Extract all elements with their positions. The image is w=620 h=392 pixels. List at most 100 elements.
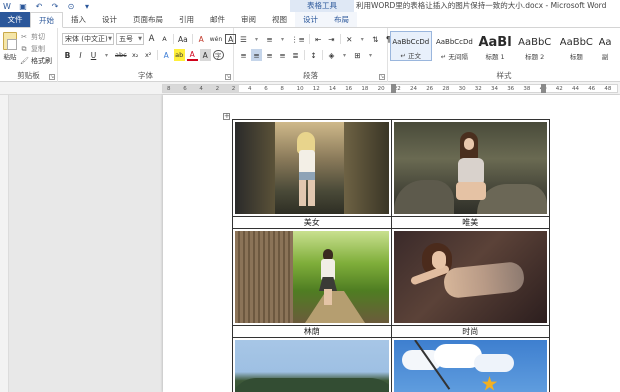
align-left-icon[interactable]: ≡ <box>238 49 249 61</box>
ruler-column-marker[interactable] <box>391 84 396 93</box>
line-spacing-icon[interactable]: ↕ <box>308 49 319 61</box>
paste-button[interactable]: 粘贴 <box>2 32 18 62</box>
chevron-down-icon: ▼ <box>138 36 142 42</box>
undo-icon[interactable]: ↶ <box>34 1 44 11</box>
tab-insert[interactable]: 插入 <box>63 12 94 27</box>
grow-font-button[interactable]: A <box>146 33 157 45</box>
change-case-button[interactable]: Aa <box>177 33 189 45</box>
style-heading-2[interactable]: AaBbC 标题 2 <box>515 31 555 62</box>
font-row-2: B I U ▾ abc x₂ x² A ab A A 字 <box>62 48 224 62</box>
document-area[interactable]: + 美女 唯美 林荫 时尚 <box>9 95 620 392</box>
ruler-column-marker[interactable] <box>541 84 546 93</box>
ruler-number: 32 <box>474 86 482 92</box>
photo-rocks-girl[interactable] <box>393 122 547 214</box>
highlight-button[interactable]: ab <box>173 49 185 61</box>
font-launcher-icon[interactable]: ↘ <box>225 74 231 80</box>
style-normal[interactable]: AaBbCcDd ↵ 正文 <box>390 31 432 61</box>
tab-references[interactable]: 引用 <box>171 12 202 27</box>
align-center-icon[interactable]: ≡ <box>251 49 262 61</box>
tab-table-layout[interactable]: 布局 <box>326 12 357 27</box>
tab-design[interactable]: 设计 <box>94 12 125 27</box>
chevron-down-icon[interactable]: ▾ <box>365 49 376 61</box>
style-heading-1[interactable]: AaBl 标题 1 <box>477 31 513 62</box>
horizontal-ruler[interactable]: 8642246810121416182022242628303234363840… <box>0 82 620 95</box>
bold-button[interactable]: B <box>62 49 73 61</box>
redo-icon[interactable]: ↷ <box>50 1 60 11</box>
figure-shape <box>299 176 315 206</box>
table-move-handle-icon[interactable]: + <box>223 113 230 120</box>
image-table[interactable]: 美女 唯美 林荫 时尚 <box>232 119 550 392</box>
table-cell[interactable] <box>390 337 550 392</box>
chevron-down-icon[interactable]: ▾ <box>251 33 262 45</box>
caption-cell[interactable]: 唯美 <box>390 216 550 229</box>
shrink-font-button[interactable]: A <box>159 33 170 45</box>
tab-review[interactable]: 审阅 <box>233 12 264 27</box>
superscript-button[interactable]: x² <box>143 49 154 61</box>
photo-street-girl[interactable] <box>235 122 389 214</box>
font-size-select[interactable]: 五号 ▼ <box>116 33 144 45</box>
vertical-ruler[interactable] <box>0 95 9 392</box>
caption-cell[interactable]: 美女 <box>232 216 392 229</box>
table-cell[interactable] <box>232 119 392 217</box>
clipboard-launcher-icon[interactable]: ↘ <box>49 74 55 80</box>
tab-table-design[interactable]: 设计 <box>295 12 326 27</box>
tab-mailings[interactable]: 邮件 <box>202 12 233 27</box>
distributed-icon[interactable]: ≣ <box>290 49 301 61</box>
customize-toolbar-icon[interactable]: ▾ <box>82 1 92 11</box>
table-cell[interactable] <box>232 228 392 326</box>
justify-icon[interactable]: ≡ <box>277 49 288 61</box>
shading-icon[interactable]: ◈ <box>326 49 337 61</box>
style-no-spacing[interactable]: AaBbCcDd ↵ 无间隔 <box>434 31 476 61</box>
photo-clouds-sky[interactable] <box>393 340 547 392</box>
bullets-icon[interactable]: ☰ <box>238 33 249 45</box>
chevron-down-icon[interactable]: ▾ <box>339 49 350 61</box>
caption-cell[interactable]: 时尚 <box>390 325 550 338</box>
subscript-button[interactable]: x₂ <box>130 49 141 61</box>
char-shading-button[interactable]: A <box>199 49 211 61</box>
save-icon[interactable]: ▣ <box>18 1 28 11</box>
underline-button[interactable]: U <box>88 49 99 61</box>
paragraph-row-1: ☰ ▾ ≡ ▾ ⋮≡ ⇤ ⇥ ✕ ▾ ⇅ ¶ <box>238 32 394 46</box>
tab-home[interactable]: 开始 <box>30 12 63 28</box>
copy-button[interactable]: ⧉ 复制 <box>20 43 52 55</box>
chevron-down-icon[interactable]: ▾ <box>357 33 368 45</box>
style-subtitle[interactable]: Aa 副 <box>598 31 612 62</box>
increase-indent-icon[interactable]: ⇥ <box>326 33 337 45</box>
bg-shape <box>393 180 454 214</box>
photo-mountain-sky[interactable] <box>235 340 389 392</box>
tab-file[interactable]: 文件 <box>0 12 30 27</box>
font-color-button[interactable]: A <box>186 50 198 61</box>
cut-button[interactable]: ✂ 剪切 <box>20 31 52 43</box>
multilevel-list-icon[interactable]: ⋮≡ <box>290 33 306 45</box>
enclose-char-button[interactable]: 字 <box>212 50 224 60</box>
decrease-indent-icon[interactable]: ⇤ <box>313 33 324 45</box>
sort-icon[interactable]: ⇅ <box>370 33 381 45</box>
tab-view[interactable]: 视图 <box>264 12 295 27</box>
table-cell[interactable] <box>390 228 550 326</box>
font-name-select[interactable]: 宋体 (中文正) ▼ <box>62 33 114 45</box>
underline-dropdown-icon[interactable]: ▾ <box>101 49 112 61</box>
text-effects-button[interactable]: A <box>161 49 172 61</box>
photo-green-path[interactable] <box>235 231 389 323</box>
photo-reclining-portrait[interactable] <box>393 231 547 323</box>
borders-icon[interactable]: ⊞ <box>352 49 363 61</box>
paragraph-launcher-icon[interactable]: ↘ <box>379 74 385 80</box>
align-right-icon[interactable]: ≡ <box>264 49 275 61</box>
caption-cell[interactable]: 林荫 <box>232 325 392 338</box>
format-painter-button[interactable]: 🖌 格式刷 <box>20 55 52 67</box>
document-page[interactable]: + 美女 唯美 林荫 时尚 <box>163 95 620 392</box>
chinese-layout-icon[interactable]: ✕ <box>344 33 355 45</box>
phonetic-guide-button[interactable]: wén <box>209 33 223 45</box>
numbering-icon[interactable]: ≡ <box>264 33 275 45</box>
italic-button[interactable]: I <box>75 49 86 61</box>
ruler-number: 4 <box>248 86 252 92</box>
tab-page-layout[interactable]: 页面布局 <box>125 12 171 27</box>
clipboard-actions: ✂ 剪切 ⧉ 复制 🖌 格式刷 <box>20 31 52 67</box>
table-cell[interactable] <box>390 119 550 217</box>
strikethrough-button[interactable]: abc <box>114 49 128 61</box>
print-preview-icon[interactable]: ⊙ <box>66 1 76 11</box>
clear-format-button[interactable]: A <box>196 33 207 45</box>
style-title[interactable]: AaBbC 标题 <box>557 31 597 62</box>
chevron-down-icon[interactable]: ▾ <box>277 33 288 45</box>
table-cell[interactable] <box>232 337 392 392</box>
